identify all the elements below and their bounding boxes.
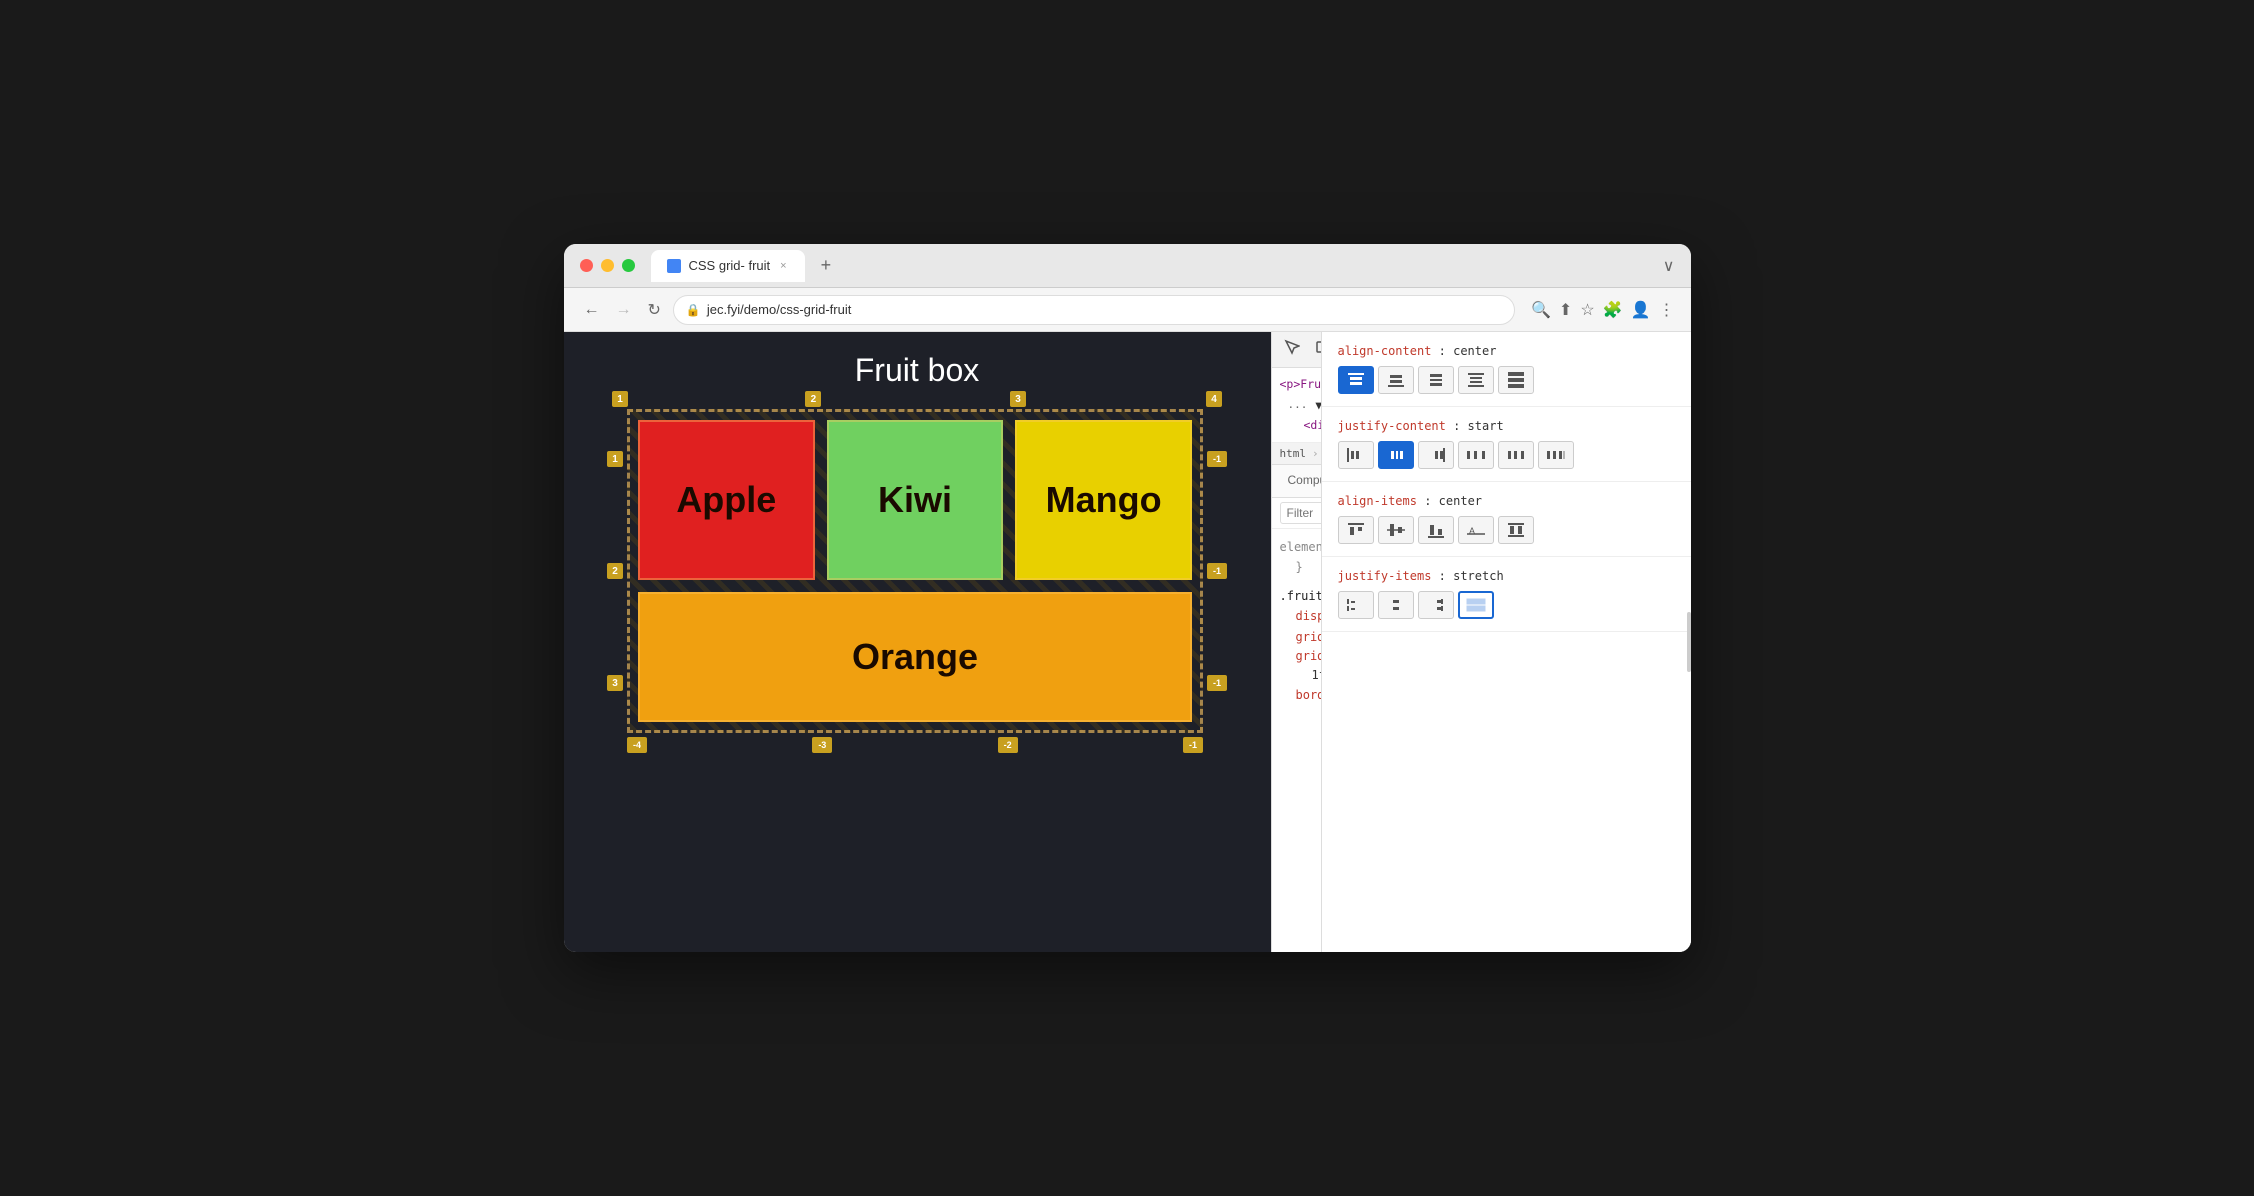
new-tab-button[interactable]: + [813, 251, 840, 280]
webpage-area: Fruit box 1 2 3 4 1 2 3 [564, 332, 1271, 952]
align-content-center-btn[interactable] [1418, 366, 1454, 394]
grid-label-bottom-4: -4 [627, 737, 647, 753]
align-content-row: align-content : center [1338, 344, 1675, 358]
grid-label-right-1: -1 [1207, 451, 1227, 467]
justify-items-value: : stretch [1439, 569, 1504, 583]
bookmark-button[interactable]: ☆ [1580, 300, 1594, 320]
align-content-stretch-btn[interactable] [1498, 366, 1534, 394]
grid-label-right-2: -1 [1207, 563, 1227, 579]
grid-label-top-1: 1 [612, 391, 628, 407]
element-style-close: } [1296, 560, 1303, 574]
forward-button[interactable]: → [612, 297, 636, 323]
grid-label-left-2: 2 [607, 563, 623, 579]
align-items-center-btn[interactable] [1378, 516, 1414, 544]
breadcrumb-html[interactable]: html [1280, 447, 1307, 460]
scroll-indicator [1687, 612, 1691, 672]
fruit-cell-apple: Apple [638, 420, 815, 580]
align-content-section: align-content : center [1322, 332, 1691, 407]
tab-favicon [667, 259, 681, 273]
devtools-panel: Elements <p>Fruit bo ... ▼ <div class= <… [1271, 332, 1691, 952]
zoom-button[interactable]: 🔍 [1531, 300, 1551, 320]
justify-items-prop: justify-items [1338, 569, 1432, 583]
align-items-start-btn[interactable] [1338, 516, 1374, 544]
justify-content-space-evenly-btn[interactable] [1538, 441, 1574, 469]
align-items-value: : center [1424, 494, 1482, 508]
page-title: Fruit box [855, 352, 979, 389]
justify-items-row: justify-items : stretch [1338, 569, 1675, 583]
align-content-space-between-btn[interactable] [1458, 366, 1494, 394]
grid-label-top-3: 3 [1010, 391, 1026, 407]
align-items-stretch-btn[interactable] [1498, 516, 1534, 544]
justify-content-center-btn[interactable] [1378, 441, 1414, 469]
align-items-baseline-btn[interactable]: A [1458, 516, 1494, 544]
justify-content-start-btn[interactable] [1338, 441, 1374, 469]
tab-overflow-button[interactable]: ∨ [1663, 256, 1675, 276]
justify-content-space-between-btn[interactable] [1458, 441, 1494, 469]
fruit-cell-orange: Orange [638, 592, 1192, 722]
computed-styles-panel: align-content : center [1321, 332, 1691, 952]
address-bar-input[interactable]: 🔒 jec.fyi/demo/css-grid-fruit [673, 295, 1515, 325]
address-bar: ← → ↻ 🔒 jec.fyi/demo/css-grid-fruit 🔍 ⬆ … [564, 288, 1691, 332]
grid-label-top-4: 4 [1206, 391, 1222, 407]
justify-items-start-btn[interactable] [1338, 591, 1374, 619]
align-items-row: align-items : center [1338, 494, 1675, 508]
fruit-cell-kiwi: Kiwi [827, 420, 1004, 580]
justify-content-space-around-btn[interactable] [1498, 441, 1534, 469]
grid-label-left-3: 3 [607, 675, 623, 691]
fruit-cell-mango: Mango [1015, 420, 1192, 580]
justify-items-stretch-btn[interactable] [1458, 591, 1494, 619]
minimize-button[interactable] [601, 259, 614, 272]
profile-button[interactable]: 👤 [1631, 300, 1651, 320]
menu-button[interactable]: ⋮ [1659, 300, 1675, 320]
tab-bar: CSS grid- fruit × + ∨ [651, 250, 1675, 282]
justify-items-buttons [1338, 591, 1675, 619]
align-content-buttons [1338, 366, 1675, 394]
grid-label-top-2: 2 [805, 391, 821, 407]
justify-content-prop: justify-content [1338, 419, 1446, 433]
grid-label-bottom-2: -2 [998, 737, 1018, 753]
tab-close-button[interactable]: × [778, 258, 788, 274]
active-tab[interactable]: CSS grid- fruit × [651, 250, 805, 282]
align-items-prop: align-items [1338, 494, 1417, 508]
align-items-section: align-items : center [1322, 482, 1691, 557]
justify-content-end-btn[interactable] [1418, 441, 1454, 469]
title-bar: CSS grid- fruit × + ∨ [564, 244, 1691, 288]
grid-label-left-1: 1 [607, 451, 623, 467]
justify-items-center-btn[interactable] [1378, 591, 1414, 619]
back-button[interactable]: ← [580, 297, 604, 323]
security-lock-icon: 🔒 [686, 303, 701, 317]
align-content-end-btn[interactable] [1378, 366, 1414, 394]
align-content-value: : center [1439, 344, 1497, 358]
justify-items-end-btn[interactable] [1418, 591, 1454, 619]
share-button[interactable]: ⬆ [1559, 300, 1572, 320]
grid-label-bottom-3: -3 [812, 737, 832, 753]
traffic-lights [580, 259, 635, 272]
grid-label-bottom-1: -1 [1183, 737, 1203, 753]
main-content: Fruit box 1 2 3 4 1 2 3 [564, 332, 1691, 952]
fruit-grid-container: 1 2 3 4 1 2 3 Apple [607, 409, 1227, 753]
inspect-element-button[interactable] [1280, 335, 1304, 364]
align-content-prop: align-content [1338, 344, 1432, 358]
reload-button[interactable]: ↻ [644, 296, 665, 324]
align-items-end-btn[interactable] [1418, 516, 1454, 544]
browser-window: CSS grid- fruit × + ∨ ← → ↻ 🔒 jec.fyi/de… [564, 244, 1691, 952]
grid-label-right-3: -1 [1207, 675, 1227, 691]
breadcrumb-sep-1: › [1312, 447, 1319, 460]
close-button[interactable] [580, 259, 593, 272]
tab-title: CSS grid- fruit [689, 258, 771, 273]
justify-content-buttons [1338, 441, 1675, 469]
url-text: jec.fyi/demo/css-grid-fruit [707, 302, 1502, 317]
align-content-start-btn[interactable] [1338, 366, 1374, 394]
dom-dots: ... [1288, 395, 1308, 415]
maximize-button[interactable] [622, 259, 635, 272]
extensions-button[interactable]: 🧩 [1603, 300, 1623, 320]
justify-content-section: justify-content : start [1322, 407, 1691, 482]
justify-content-value: : start [1453, 419, 1504, 433]
justify-content-row: justify-content : start [1338, 419, 1675, 433]
align-items-buttons: A [1338, 516, 1675, 544]
justify-items-section: justify-items : stretch [1322, 557, 1691, 632]
address-actions: 🔍 ⬆ ☆ 🧩 👤 ⋮ [1531, 300, 1675, 320]
fruit-grid: Apple Kiwi Mango Orange [627, 409, 1203, 733]
